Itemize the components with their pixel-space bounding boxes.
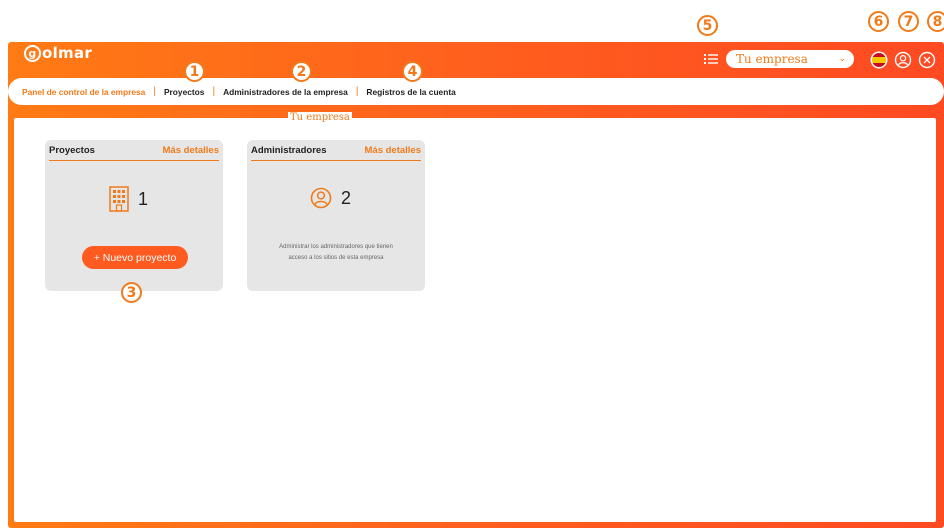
content-panel: Proyectos Más detalles 1 + Nuevo proyect… [14, 118, 936, 522]
callout-3: 3 [121, 282, 142, 303]
logo-mark: g [24, 44, 41, 62]
admins-count-value: 2 [341, 187, 352, 208]
building-icon [109, 186, 129, 212]
admins-card-header: Administradores Más detalles [251, 140, 421, 161]
company-select[interactable]: Tu empresa ⌄ [726, 50, 854, 68]
list-icon[interactable] [704, 53, 718, 65]
tab-separator: | [212, 86, 216, 97]
tab-projects[interactable]: Proyectos [160, 87, 209, 97]
admins-card: Administradores Más detalles 2 Administr… [247, 140, 425, 291]
admins-details-link[interactable]: Más detalles [365, 145, 422, 156]
callout-2: 2 [291, 61, 312, 82]
callout-7: 7 [898, 11, 919, 32]
nav-tabbar: Panel de control de la empresa | Proyect… [8, 78, 944, 105]
company-name-caption: Tu empresa [288, 112, 352, 123]
company-switcher: Tu empresa ⌄ [704, 50, 854, 68]
tab-account-logs[interactable]: Registros de la cuenta [362, 87, 459, 97]
projects-card-title: Proyectos [49, 144, 95, 156]
header-icons [870, 51, 936, 69]
company-select-value: Tu empresa [736, 52, 808, 66]
projects-details-link[interactable]: Más detalles [163, 145, 220, 156]
logo-text: olmar [42, 44, 93, 62]
chevron-down-icon: ⌄ [838, 54, 846, 64]
tab-separator: | [153, 86, 156, 97]
projects-count: 1 [109, 186, 148, 212]
projects-card-header: Proyectos Más detalles [49, 140, 219, 161]
projects-count-value: 1 [138, 188, 149, 209]
projects-card: Proyectos Más detalles 1 + Nuevo proyect… [45, 140, 223, 291]
golmar-logo[interactable]: g olmar [24, 44, 92, 62]
tab-company-admins[interactable]: Administradores de la empresa [219, 87, 352, 97]
language-flag-icon[interactable] [870, 51, 888, 69]
admins-count: 2 [310, 187, 351, 209]
admins-description-line: Administrar los administradores que tien… [279, 244, 393, 250]
callout-5: 5 [697, 15, 718, 36]
admins-description: Administrar los administradores que tien… [247, 242, 425, 264]
tab-separator: | [355, 86, 359, 97]
callout-8: 8 [927, 11, 944, 32]
admins-card-title: Administradores [251, 144, 327, 156]
callout-1: 1 [184, 61, 205, 82]
logout-icon[interactable] [918, 51, 936, 69]
admins-description-line: acceso a los sitios de esta empresa [288, 255, 384, 261]
user-circle-icon [310, 187, 332, 209]
new-project-button[interactable]: + Nuevo proyecto [82, 246, 188, 269]
callout-4: 4 [402, 61, 423, 82]
tab-dashboard[interactable]: Panel de control de la empresa [18, 87, 149, 97]
user-profile-icon[interactable] [894, 51, 912, 69]
callout-6: 6 [868, 11, 889, 32]
